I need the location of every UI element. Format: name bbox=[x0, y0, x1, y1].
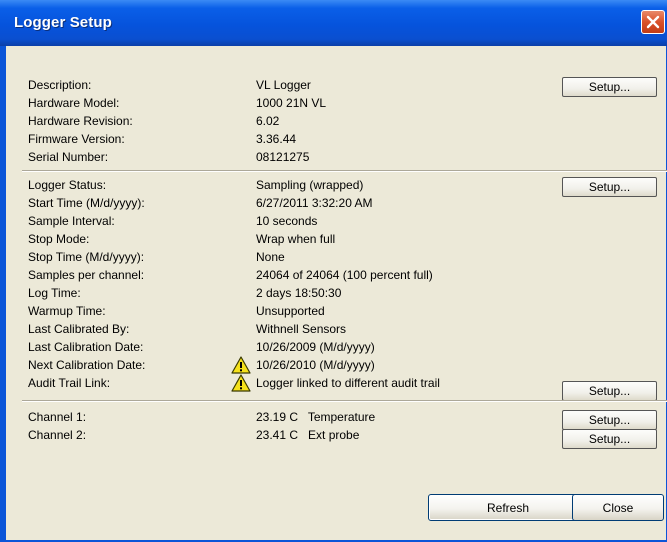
title-bar[interactable]: Logger Setup bbox=[0, 0, 667, 46]
field-label: Next Calibration Date: bbox=[28, 358, 146, 372]
field-label: Sample Interval: bbox=[28, 214, 115, 228]
field-value: 08121275 bbox=[256, 150, 310, 164]
field-label: Channel 1: bbox=[28, 410, 87, 424]
field-value: 1000 21N VL bbox=[256, 96, 327, 110]
field-label: Last Calibration Date: bbox=[28, 340, 144, 354]
field-label: Hardware Model: bbox=[28, 96, 120, 110]
field-label: Stop Mode: bbox=[28, 232, 90, 246]
field-label: Samples per channel: bbox=[28, 268, 145, 282]
field-value: Logger linked to different audit trail bbox=[256, 376, 440, 390]
field-label: Hardware Revision: bbox=[28, 114, 133, 128]
field-value: 6.02 bbox=[256, 114, 280, 128]
logger-status-setup-button[interactable]: Setup... bbox=[562, 177, 657, 197]
field-label: Last Calibrated By: bbox=[28, 322, 130, 336]
warning-icon bbox=[231, 374, 251, 392]
field-label: Channel 2: bbox=[28, 428, 87, 442]
field-value: VL Logger bbox=[256, 78, 311, 92]
close-icon bbox=[646, 15, 660, 29]
separator bbox=[22, 170, 667, 172]
field-label: Serial Number: bbox=[28, 150, 109, 164]
description-setup-button[interactable]: Setup... bbox=[562, 77, 657, 97]
logger-setup-window: Logger Setup Description: VL Logger Hard… bbox=[0, 0, 667, 542]
field-value: Withnell Sensors bbox=[256, 322, 347, 336]
separator bbox=[22, 400, 667, 402]
window-title: Logger Setup bbox=[14, 14, 112, 31]
field-value: 23.41 C Ext probe bbox=[256, 428, 360, 442]
field-label: Audit Trail Link: bbox=[28, 376, 111, 390]
dialog-client-area: Description: VL Logger Hardware Model: 1… bbox=[6, 46, 667, 540]
field-value: 23.19 C Temperature bbox=[256, 410, 376, 424]
field-value: None bbox=[256, 250, 285, 264]
field-label: Description: bbox=[28, 78, 92, 92]
warning-icon bbox=[231, 356, 251, 374]
field-value: Unsupported bbox=[256, 304, 325, 318]
field-value: 6/27/2011 3:32:20 AM bbox=[256, 196, 373, 210]
field-label: Firmware Version: bbox=[28, 132, 125, 146]
field-label: Warmup Time: bbox=[28, 304, 106, 318]
field-label: Stop Time (M/d/yyyy): bbox=[28, 250, 145, 264]
field-value: 3.36.44 bbox=[256, 132, 297, 146]
field-value: Wrap when full bbox=[256, 232, 336, 246]
channel-2-setup-button[interactable]: Setup... bbox=[562, 429, 657, 449]
refresh-button[interactable]: Refresh bbox=[428, 494, 588, 521]
field-label: Log Time: bbox=[28, 286, 81, 300]
field-value: 10 seconds bbox=[256, 214, 318, 228]
field-label: Logger Status: bbox=[28, 178, 107, 192]
field-value: 24064 of 24064 (100 percent full) bbox=[256, 268, 433, 282]
field-value: 10/26/2009 (M/d/yyyy) bbox=[256, 340, 375, 354]
close-button[interactable]: Close bbox=[572, 494, 664, 521]
field-value: Sampling (wrapped) bbox=[256, 178, 364, 192]
channel-1-setup-button[interactable]: Setup... bbox=[562, 410, 657, 430]
audit-trail-setup-button[interactable]: Setup... bbox=[562, 381, 657, 401]
field-label: Start Time (M/d/yyyy): bbox=[28, 196, 145, 210]
close-window-button[interactable] bbox=[641, 10, 665, 34]
field-value: 2 days 18:50:30 bbox=[256, 286, 342, 300]
field-value: 10/26/2010 (M/d/yyyy) bbox=[256, 358, 375, 372]
